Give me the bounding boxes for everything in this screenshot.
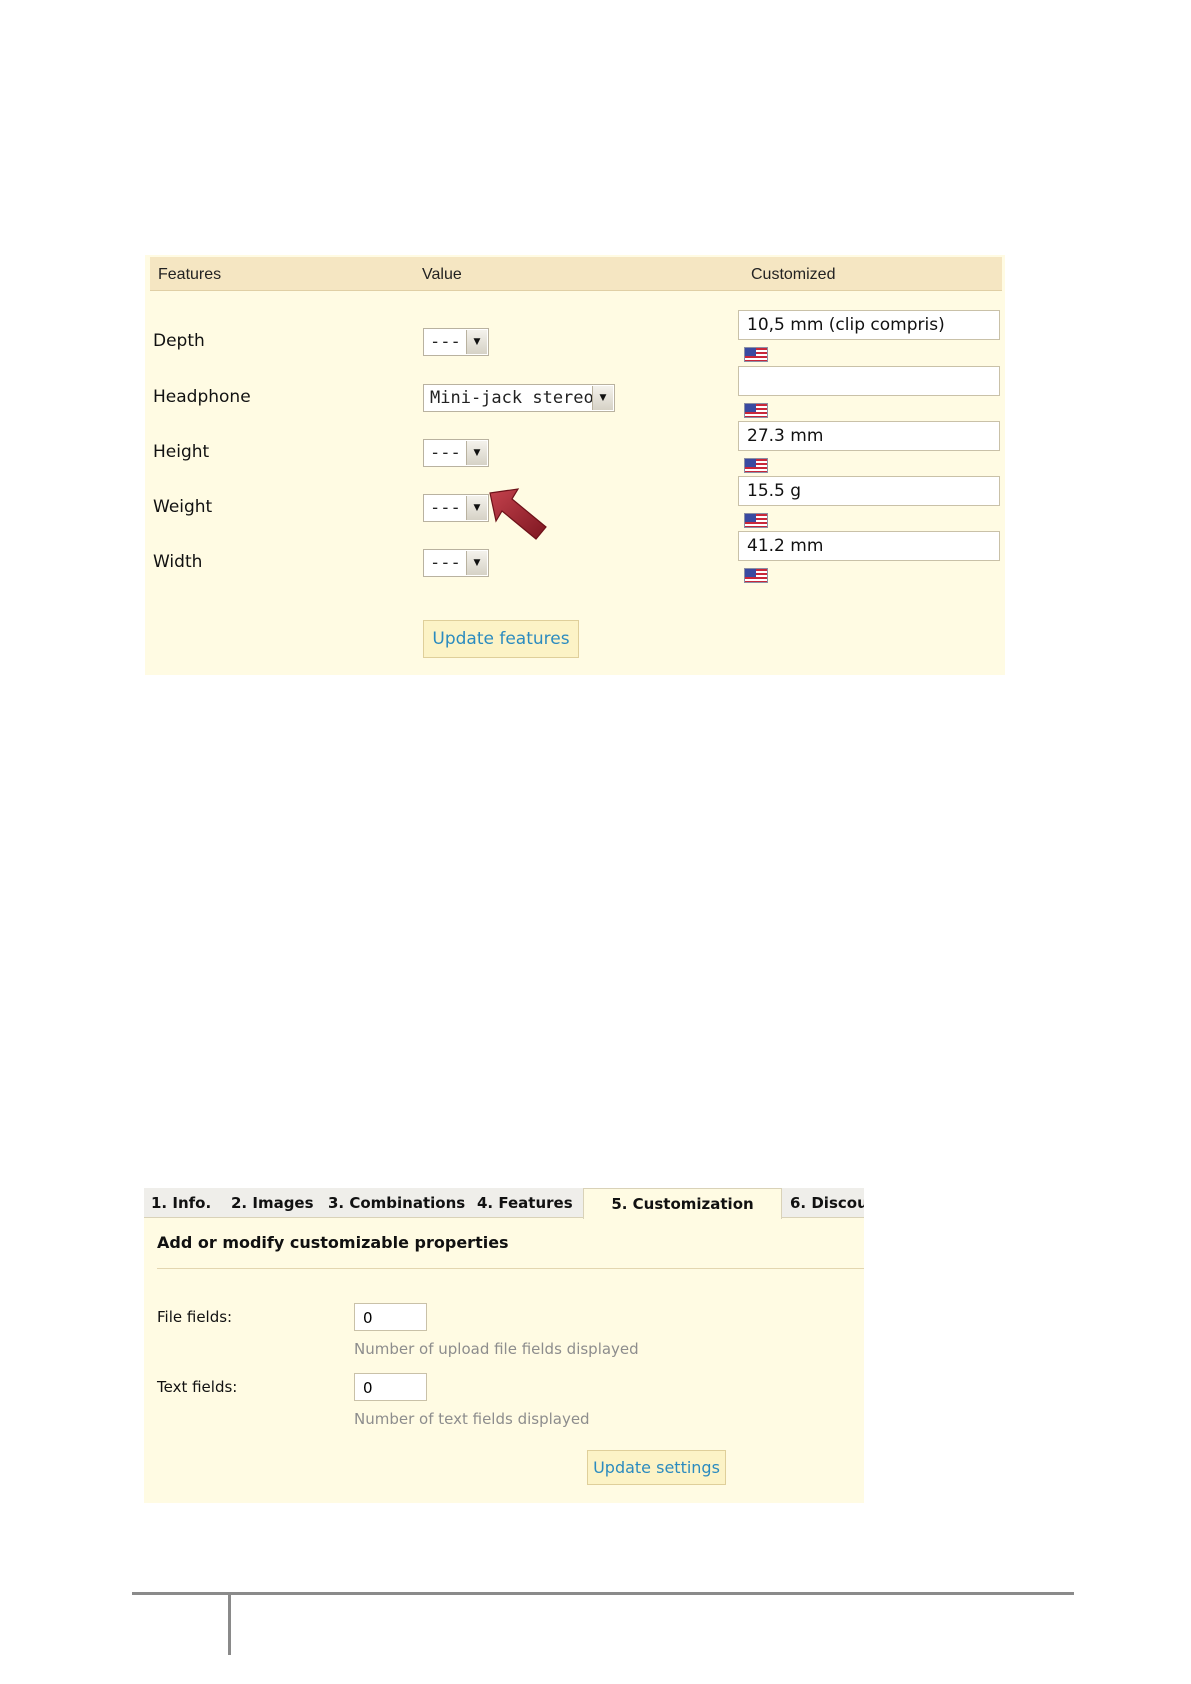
tab-customization[interactable]: 5. Customization — [583, 1188, 782, 1219]
value-column-header: Value — [422, 266, 462, 283]
chevron-down-icon[interactable]: ▼ — [466, 441, 487, 465]
feature-row-headphone: Headphone Mini-jack stereo ▼ — [145, 366, 1005, 422]
feature-value-select[interactable]: --- ▼ — [423, 494, 489, 522]
text-fields-input[interactable]: 0 — [354, 1373, 427, 1401]
feature-row-width: Width --- ▼ 41.2 mm — [145, 531, 1005, 587]
tab-images[interactable]: 2. Images — [231, 1194, 314, 1212]
customized-value-input[interactable]: 15.5 g — [738, 476, 1000, 506]
pointer-arrow-icon — [489, 488, 547, 540]
feature-value-select[interactable]: --- ▼ — [423, 439, 489, 467]
feature-label: Depth — [153, 331, 205, 351]
select-value: --- — [430, 443, 461, 463]
feature-row-height: Height --- ▼ 27.3 mm — [145, 421, 1005, 477]
customized-value-input[interactable] — [738, 366, 1000, 396]
select-value: --- — [430, 498, 461, 518]
text-fields-label: Text fields: — [157, 1378, 238, 1396]
feature-label: Weight — [153, 497, 213, 517]
customized-column-header: Customized — [751, 266, 836, 283]
tab-features[interactable]: 4. Features — [477, 1194, 573, 1212]
divider — [157, 1268, 864, 1269]
feature-value-select[interactable]: Mini-jack stereo ▼ — [423, 384, 615, 412]
tab-info[interactable]: 1. Info. — [151, 1194, 211, 1212]
us-flag-icon[interactable] — [744, 513, 768, 528]
tab-combinations[interactable]: 3. Combinations — [328, 1194, 465, 1212]
chevron-down-icon[interactable]: ▼ — [466, 496, 487, 520]
feature-label: Height — [153, 442, 210, 462]
feature-row-weight: Weight --- ▼ 15.5 g — [145, 476, 1005, 532]
us-flag-icon[interactable] — [744, 347, 768, 362]
update-features-button[interactable]: Update features — [423, 620, 579, 658]
file-fields-label: File fields: — [157, 1308, 233, 1326]
features-panel: Features Value Customized Depth --- ▼ 10… — [145, 255, 1005, 675]
select-value: --- — [430, 332, 461, 352]
chevron-down-icon[interactable]: ▼ — [592, 386, 613, 410]
features-column-header: Features — [158, 266, 222, 283]
section-title: Add or modify customizable properties — [157, 1233, 509, 1252]
feature-label: Headphone — [153, 387, 251, 407]
footer-vertical-divider — [228, 1595, 231, 1655]
text-fields-hint: Number of text fields displayed — [354, 1410, 590, 1428]
customized-value-input[interactable]: 41.2 mm — [738, 531, 1000, 561]
product-tab-strip: 1. Info. 2. Images 3. Combinations 4. Fe… — [144, 1188, 864, 1219]
feature-value-select[interactable]: --- ▼ — [423, 328, 489, 356]
feature-label: Width — [153, 552, 203, 572]
footer-divider — [132, 1592, 1074, 1595]
us-flag-icon[interactable] — [744, 458, 768, 473]
file-fields-input[interactable]: 0 — [354, 1303, 427, 1331]
update-settings-button[interactable]: Update settings — [587, 1450, 726, 1485]
features-table-header: Features Value Customized — [150, 257, 1002, 291]
feature-value-select[interactable]: --- ▼ — [423, 549, 489, 577]
chevron-down-icon[interactable]: ▼ — [466, 330, 487, 354]
file-fields-hint: Number of upload file fields displayed — [354, 1340, 639, 1358]
customized-value-input[interactable]: 10,5 mm (clip compris) — [738, 310, 1000, 340]
customization-panel: 1. Info. 2. Images 3. Combinations 4. Fe… — [144, 1188, 864, 1503]
tab-discounts[interactable]: 6. Discou — [790, 1194, 864, 1212]
customized-value-input[interactable]: 27.3 mm — [738, 421, 1000, 451]
us-flag-icon[interactable] — [744, 403, 768, 418]
select-value: --- — [430, 553, 461, 573]
chevron-down-icon[interactable]: ▼ — [466, 551, 487, 575]
us-flag-icon[interactable] — [744, 568, 768, 583]
feature-row-depth: Depth --- ▼ 10,5 mm (clip compris) — [145, 310, 1005, 366]
select-value: Mini-jack stereo — [430, 388, 594, 408]
